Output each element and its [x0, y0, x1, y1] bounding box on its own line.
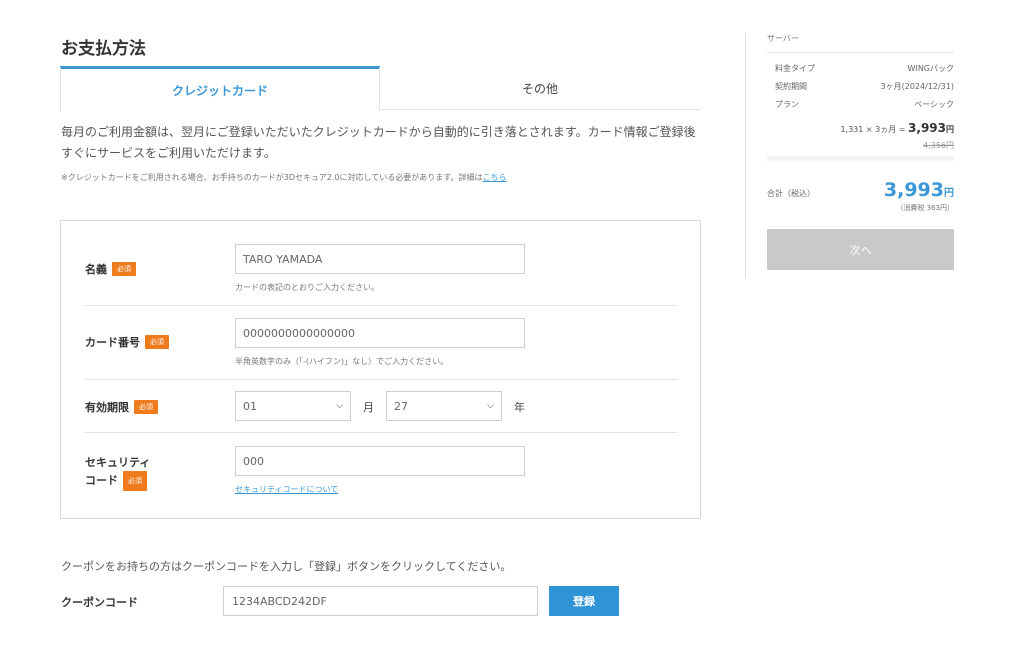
- name-label-text: 名義: [85, 263, 107, 276]
- summary-row: プラン ベーシック: [767, 95, 954, 113]
- expiry-year-select[interactable]: 27 ⌵: [386, 391, 502, 421]
- calc-formula: 1,331 × 3ヵ月 =: [840, 125, 906, 134]
- summary-value: 3ヶ月(2024/12/31): [880, 81, 954, 91]
- year-unit: 年: [514, 401, 525, 414]
- total-amount: 3,993: [883, 179, 944, 201]
- tab-other[interactable]: その他: [380, 66, 700, 110]
- month-unit: 月: [363, 401, 374, 414]
- sidebar-divider: [745, 33, 746, 278]
- security-label-line-2: コード: [85, 474, 118, 487]
- security-label-line-1: セキュリティ: [85, 456, 151, 469]
- 3ds-note-text: ※クレジットカードをご利用される場合、お手持ちのカードが3Dセキュア2.0に対応…: [61, 173, 483, 182]
- security-label-line-2-wrap: コード 必須: [85, 471, 150, 491]
- expiry-month-select[interactable]: 01 ⌵: [235, 391, 351, 421]
- coupon-label: クーポンコード: [61, 596, 138, 609]
- required-badge: 必須: [112, 262, 136, 276]
- details-link[interactable]: こちら: [482, 173, 506, 182]
- original-price: 4,356円: [923, 141, 954, 150]
- security-code-help-link[interactable]: セキュリティコードについて: [235, 484, 338, 495]
- card-number-hint: 半角英数字のみ（「-(ハイフン)」なし）でご入力ください。: [235, 357, 449, 366]
- intro-text: 毎月のご利用金額は、翌月にご登録いただいたクレジットカードから自動的に引き落とさ…: [61, 122, 701, 164]
- summary-row: 契約期間 3ヶ月(2024/12/31): [767, 77, 954, 95]
- card-name-input[interactable]: TARO YAMADA: [235, 244, 525, 274]
- tax-note: （消費税 363円）: [896, 204, 954, 212]
- row-card-number: カード番号 必須 0000000000000000 半角英数字のみ（「-(ハイフ…: [85, 306, 677, 380]
- coupon-register-button[interactable]: 登録: [549, 586, 619, 616]
- summary-details: 料金タイプ WINGパック 契約期間 3ヶ月(2024/12/31) プラン ベ…: [767, 59, 954, 113]
- expiry-month-value: 01: [243, 399, 257, 413]
- row-name: 名義 必須 TARO YAMADA カードの表記のとおりご入力ください。: [85, 221, 677, 306]
- 3ds-note: ※クレジットカードをご利用される場合、お手持ちのカードが3Dセキュア2.0に対応…: [61, 172, 506, 183]
- card-form: 名義 必須 TARO YAMADA カードの表記のとおりご入力ください。 カード…: [60, 220, 701, 519]
- subtotal-yen: 円: [946, 125, 954, 134]
- summary-key: 料金タイプ: [775, 63, 815, 73]
- expiry-label: 有効期限 必須: [85, 399, 158, 415]
- expiry-year-value: 27: [394, 399, 408, 413]
- intro-line-1: 毎月のご利用金額は、翌月にご登録いただいたクレジットカードから自動的に引き落とさ…: [61, 125, 696, 139]
- name-hint: カードの表記のとおりご入力ください。: [235, 283, 379, 292]
- total-label: 合計（税込）: [767, 189, 815, 198]
- chevron-down-icon: ⌵: [336, 401, 343, 411]
- summary-separator: [767, 156, 954, 162]
- price-calculation: 1,331 × 3ヵ月 = 3,993円: [767, 121, 954, 135]
- card-number-label-text: カード番号: [85, 336, 140, 349]
- order-summary: サーバー 料金タイプ WINGパック 契約期間 3ヶ月(2024/12/31) …: [767, 33, 954, 270]
- next-button[interactable]: 次へ: [767, 229, 954, 270]
- card-number-input[interactable]: 0000000000000000: [235, 318, 525, 348]
- summary-key: 契約期間: [775, 81, 807, 91]
- security-code-input[interactable]: 000: [235, 446, 525, 476]
- tab-credit-card[interactable]: クレジットカード: [60, 66, 380, 111]
- required-badge: 必須: [123, 471, 147, 491]
- required-badge: 必須: [134, 400, 158, 414]
- name-label: 名義 必須: [85, 261, 136, 277]
- coupon-instruction: クーポンをお持ちの方はクーポンコードを入力し「登録」ボタンをクリックしてください…: [61, 560, 512, 573]
- total-row: 合計（税込） 3,993円 （消費税 363円）: [767, 179, 954, 213]
- summary-section-title: サーバー: [767, 33, 954, 53]
- summary-value: WINGパック: [907, 63, 954, 73]
- intro-line-2: すぐにサービスをご利用いただけます。: [61, 146, 276, 160]
- summary-value: ベーシック: [914, 99, 954, 109]
- coupon-code-input[interactable]: 1234ABCD242DF: [223, 586, 538, 616]
- expiry-label-text: 有効期限: [85, 401, 129, 414]
- summary-row: 料金タイプ WINGパック: [767, 59, 954, 77]
- total-value: 3,993円 （消費税 363円）: [884, 179, 954, 213]
- security-code-label: セキュリティ コード 必須: [85, 455, 150, 491]
- summary-key: プラン: [775, 99, 799, 109]
- chevron-down-icon: ⌵: [487, 401, 494, 411]
- page-title: お支払方法: [61, 39, 146, 59]
- row-security-code: セキュリティ コード 必須 000 セキュリティコードについて: [85, 433, 677, 518]
- row-expiry: 有効期限 必須 01 ⌵ 月 27 ⌵ 年: [85, 380, 677, 433]
- card-number-label: カード番号 必須: [85, 334, 169, 350]
- total-yen: 円: [944, 188, 954, 199]
- subtotal-amount: 3,993: [908, 121, 946, 135]
- payment-tabs: クレジットカード その他: [60, 66, 700, 111]
- required-badge: 必須: [145, 335, 169, 349]
